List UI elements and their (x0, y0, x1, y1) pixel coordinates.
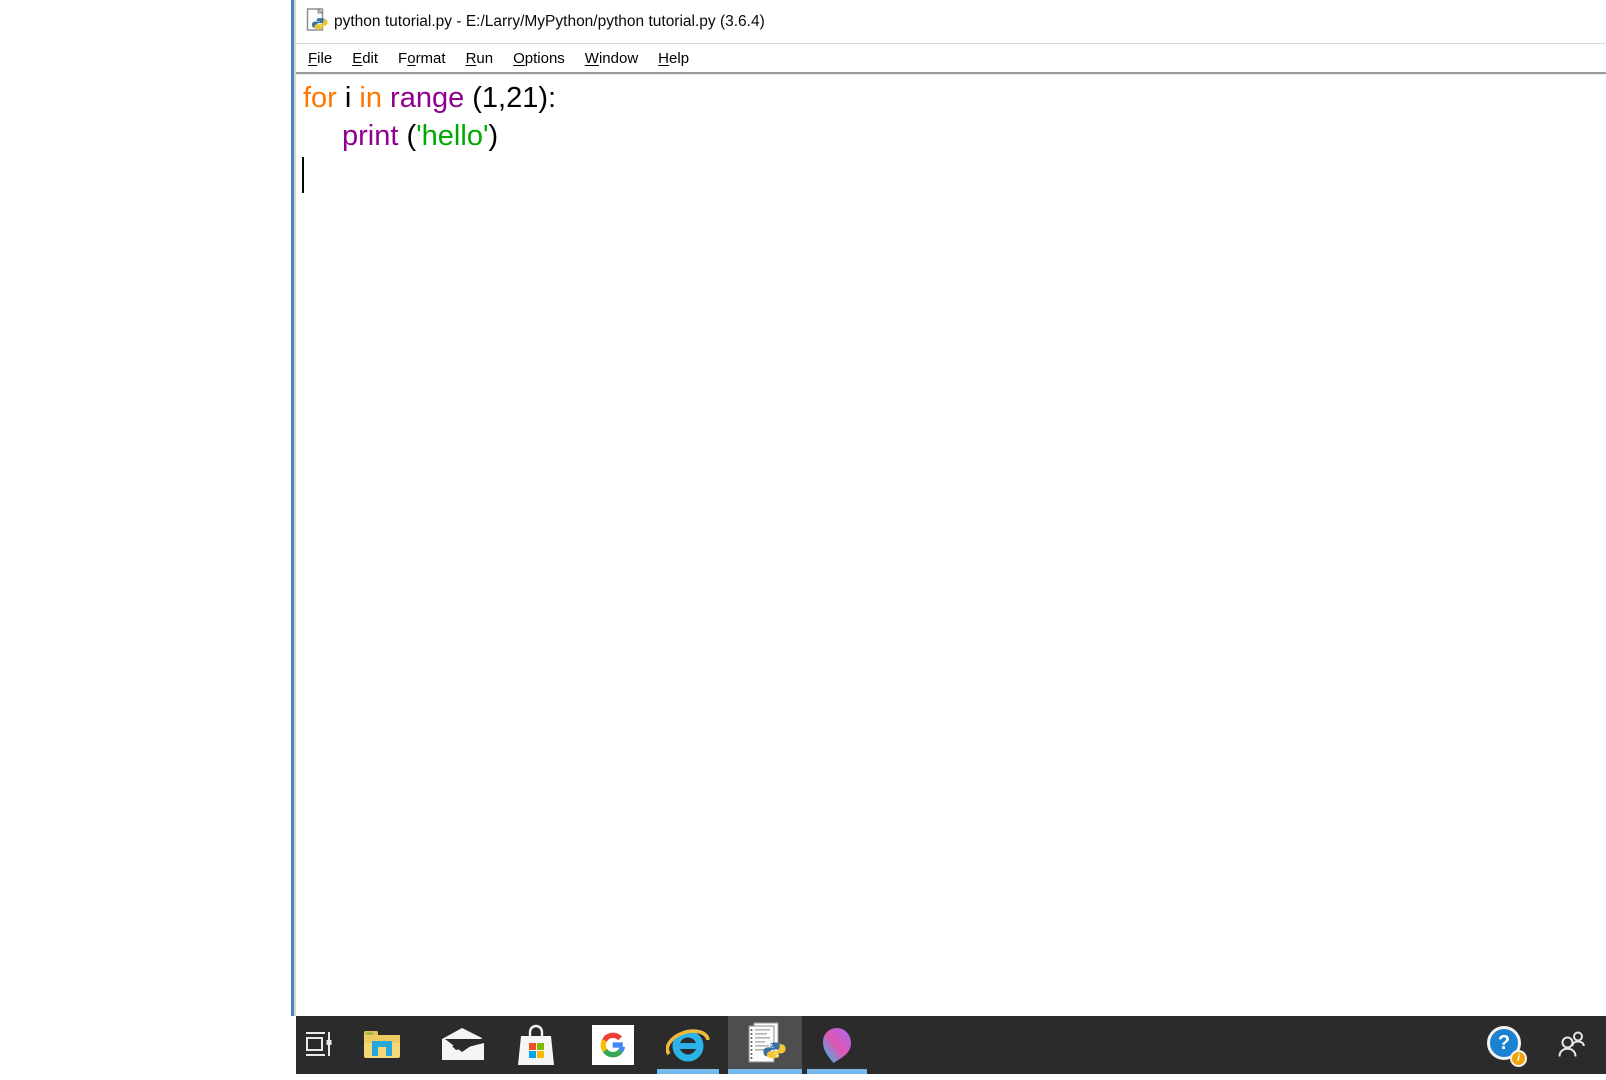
mail-button[interactable] (426, 1016, 499, 1074)
google-icon (591, 1025, 634, 1065)
google-button[interactable] (576, 1016, 649, 1074)
task-view-icon (305, 1030, 333, 1061)
title-bar[interactable]: python tutorial.py - E:/Larry/MyPython/p… (296, 0, 1606, 43)
idle-window: python tutorial.py - E:/Larry/MyPython/p… (296, 0, 1606, 1016)
python-idle-icon (742, 1021, 788, 1070)
menu-file[interactable]: File (298, 47, 342, 70)
python-idle-button[interactable] (728, 1016, 802, 1074)
mail-icon (441, 1027, 484, 1063)
menu-options[interactable]: Options (503, 47, 575, 70)
people-icon (1558, 1030, 1586, 1060)
get-help-icon: ? i (1487, 1026, 1527, 1067)
paint-3d-icon (822, 1027, 852, 1064)
menu-format[interactable]: Format (388, 47, 456, 70)
python-file-icon (305, 7, 329, 35)
code-line-1: for i in range (1,21): (303, 82, 557, 114)
menu-bar: File Edit Format Run Options Window Help (296, 44, 1606, 72)
task-view-button[interactable] (296, 1016, 342, 1074)
text-cursor (302, 157, 304, 193)
code-line-2: print ('hello') (342, 120, 499, 152)
people-button[interactable] (1548, 1016, 1596, 1074)
microsoft-store-button[interactable] (499, 1016, 572, 1074)
window-title: python tutorial.py - E:/Larry/MyPython/p… (334, 13, 765, 30)
file-explorer-button[interactable] (345, 1016, 418, 1074)
taskbar: ? i (296, 1016, 1606, 1074)
paint-3d-button[interactable] (807, 1016, 867, 1074)
get-help-button[interactable]: ? i (1482, 1016, 1530, 1074)
code-editor[interactable]: for i in range (1,21): print ('hello') (296, 75, 1606, 1016)
microsoft-store-icon (517, 1023, 555, 1068)
menu-help[interactable]: Help (648, 47, 699, 70)
menu-run[interactable]: Run (456, 47, 504, 70)
menu-window[interactable]: Window (575, 47, 648, 70)
internet-explorer-icon (665, 1024, 710, 1067)
file-explorer-icon (363, 1028, 401, 1063)
desktop: python tutorial.py - E:/Larry/MyPython/p… (0, 0, 1606, 1080)
menu-edit[interactable]: Edit (342, 47, 388, 70)
internet-explorer-button[interactable] (657, 1016, 719, 1074)
